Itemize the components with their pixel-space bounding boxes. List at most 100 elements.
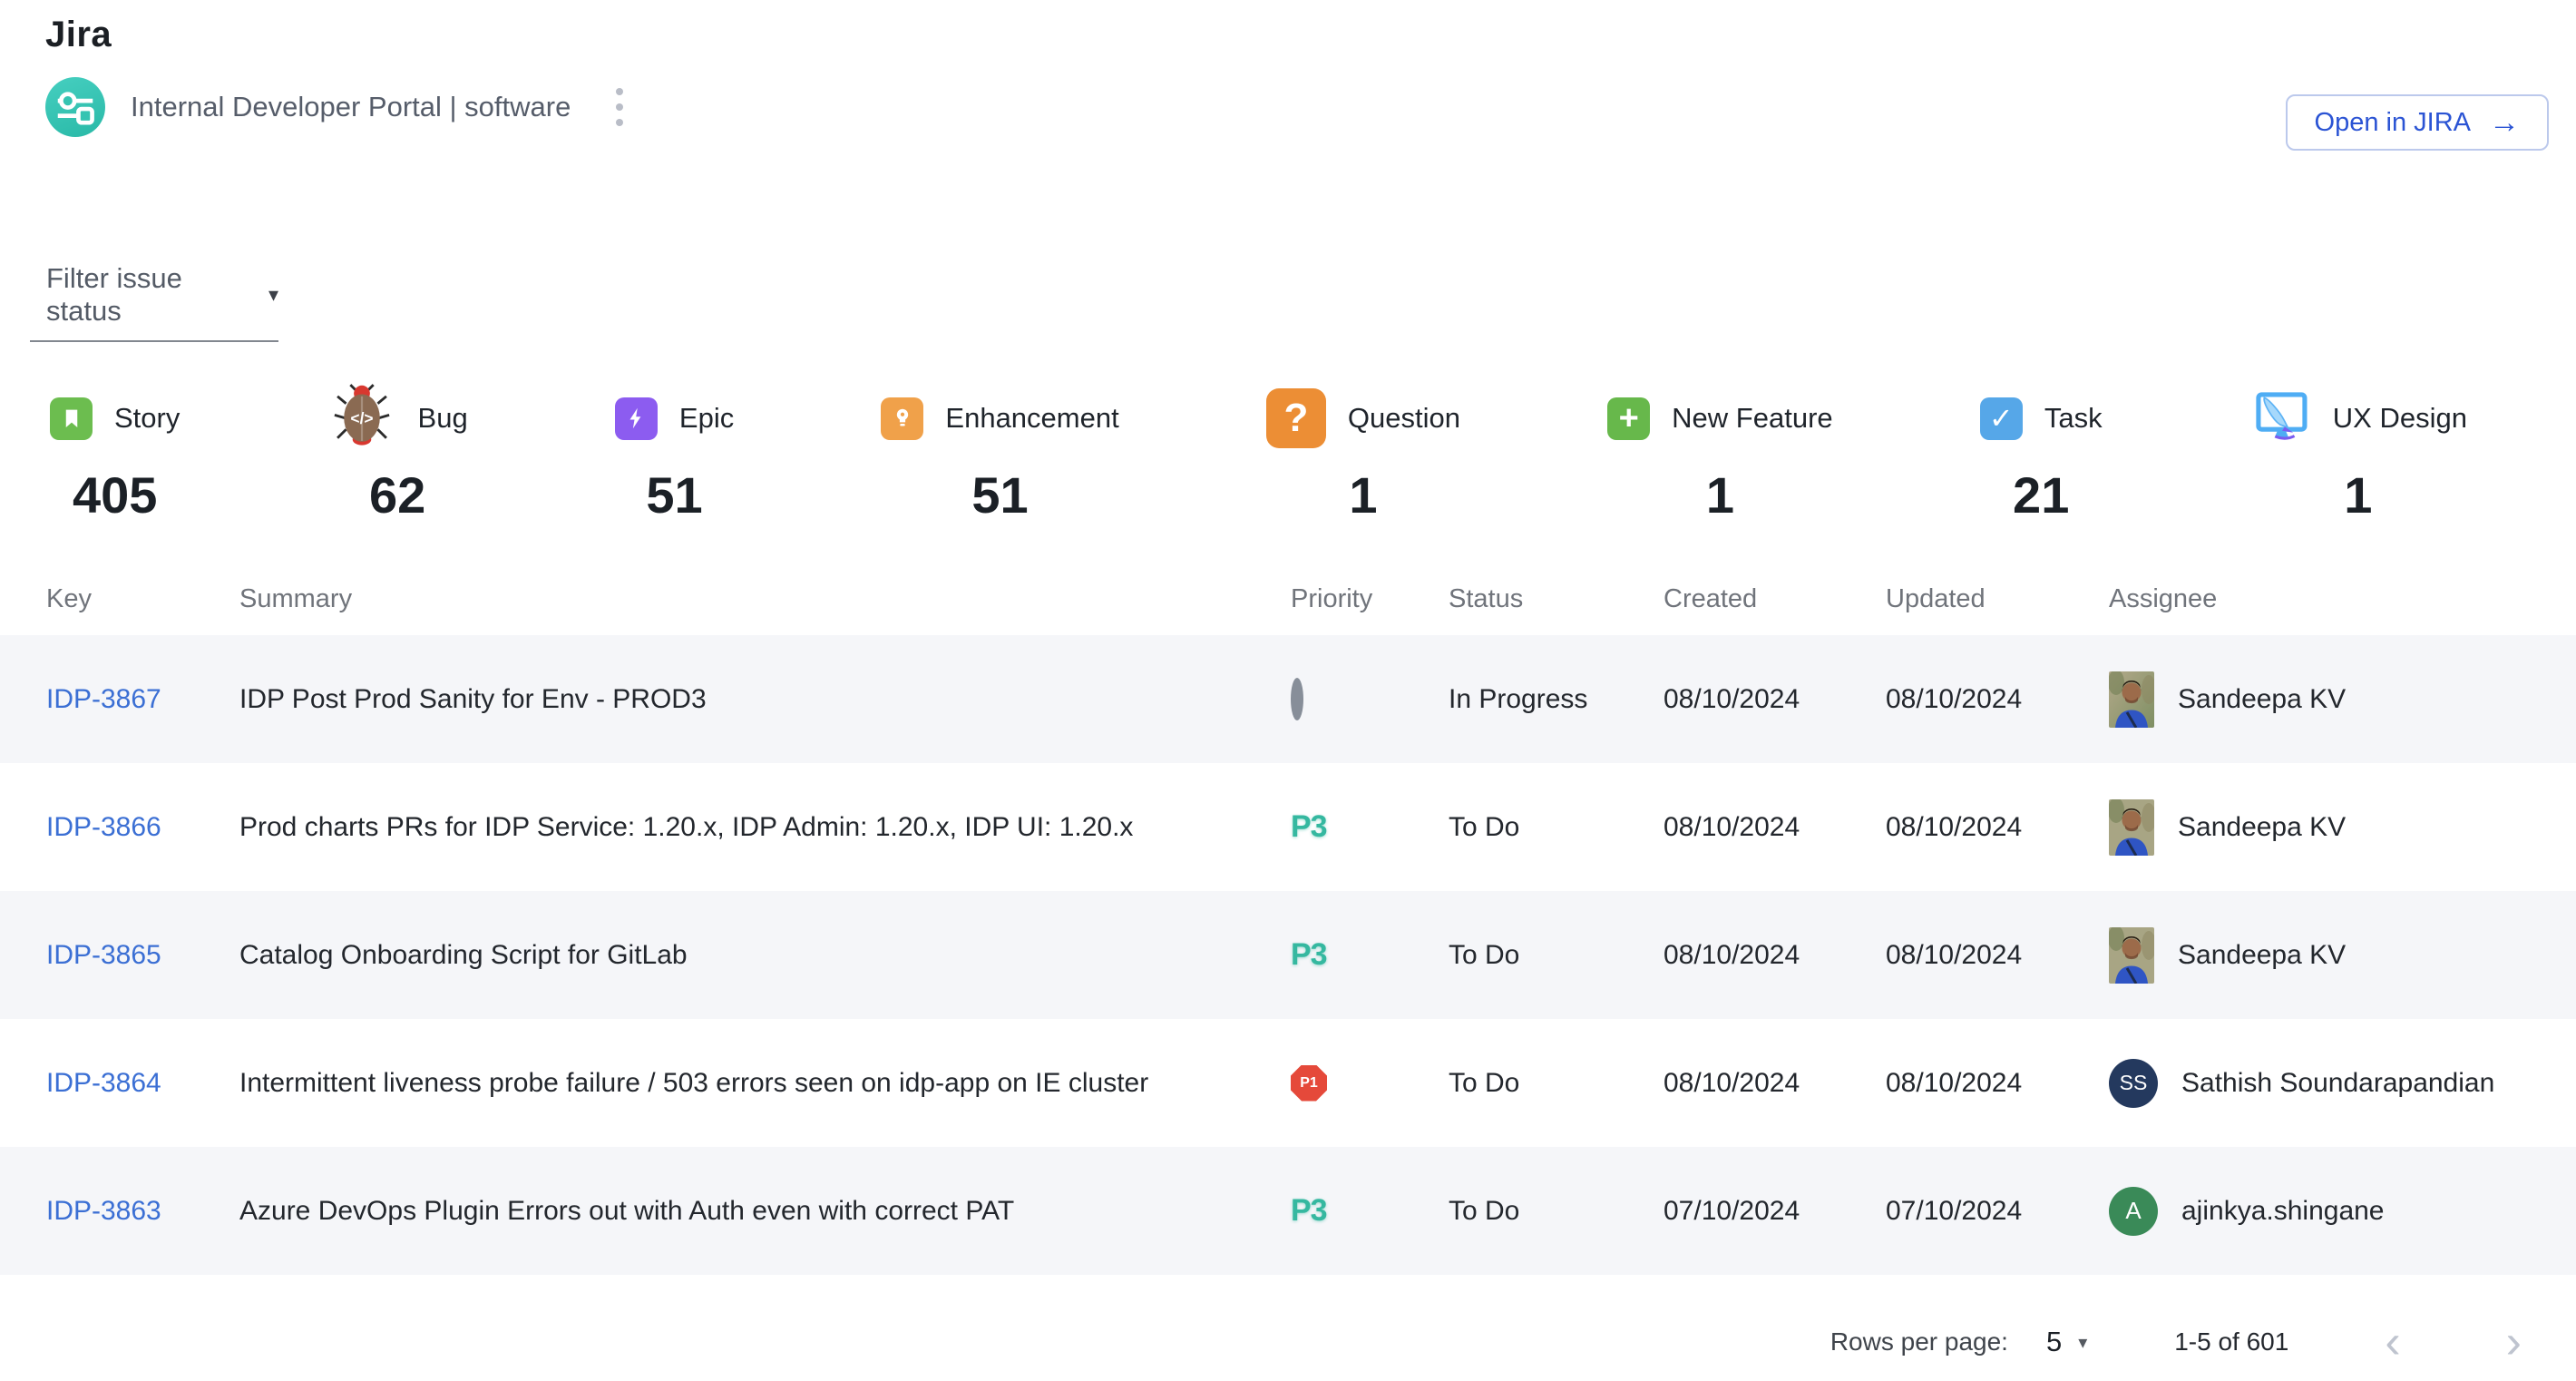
issue-updated: 07/10/2024 [1886,1196,2109,1227]
rows-per-page-value: 5 [2046,1326,2062,1358]
issue-type-enhancement: Enhancement 51 [881,384,1118,524]
issue-type-question: ? Question 1 [1266,384,1460,524]
filter-label: Filter issue status [46,262,265,328]
caret-down-icon: ▾ [2078,1331,2087,1354]
no-priority-ring-icon [1291,678,1303,720]
next-page-button[interactable]: › [2497,1318,2531,1366]
enhancement-icon [881,397,923,440]
issue-key-link[interactable]: IDP-3867 [46,684,161,714]
task-icon: ✓ [1980,397,2023,440]
avatar [2109,799,2154,856]
issue-key-link[interactable]: IDP-3864 [46,1068,161,1098]
assignee-name: Sandeepa KV [2178,812,2346,843]
new-feature-icon: + [1607,397,1650,440]
plus-glyph: + [1619,401,1639,436]
code-glyph: </> [350,408,373,426]
avatar: SS [2109,1059,2158,1108]
issue-type-label: Enhancement [945,402,1118,435]
issue-status: To Do [1449,1068,1664,1099]
open-in-jira-button[interactable]: Open in JIRA → [2286,94,2549,151]
issue-type-ux-design: UX Design 1 [2249,384,2467,524]
pagination: Rows per page: 5 ▾ 1-5 of 601 ‹ › [0,1318,2576,1366]
issue-table: IDP-3867 IDP Post Prod Sanity for Env - … [0,635,2576,1275]
filter-issue-status-select[interactable]: Filter issue status ▾ [30,262,278,342]
bug-icon: </> [327,382,396,455]
issue-type-count: 62 [369,465,425,524]
table-row: IDP-3865 Catalog Onboarding Script for G… [0,891,2576,1019]
page-title: Jira [45,15,2576,55]
table-row: IDP-3863 Azure DevOps Plugin Errors out … [0,1147,2576,1275]
avatar [2109,671,2154,728]
col-created: Created [1664,584,1886,614]
col-priority: Priority [1291,584,1449,614]
assignee-name: Sandeepa KV [2178,684,2346,715]
issue-type-count: 21 [2013,465,2069,524]
issue-type-count: 1 [1349,465,1377,524]
question-glyph: ? [1283,396,1308,441]
issue-created: 08/10/2024 [1664,812,1886,843]
issue-summary: Intermittent liveness probe failure / 50… [239,1068,1291,1099]
entity-name: Internal Developer Portal | software [131,91,571,123]
avatar: A [2109,1187,2158,1236]
story-icon [50,397,93,440]
prev-page-button[interactable]: ‹ [2376,1318,2409,1366]
pagination-range: 1-5 of 601 [2174,1327,2288,1357]
issue-key-link[interactable]: IDP-3866 [46,812,161,842]
entity-logo-icon [45,77,105,137]
issue-updated: 08/10/2024 [1886,1068,2109,1099]
issue-key-link[interactable]: IDP-3865 [46,940,161,970]
issue-updated: 08/10/2024 [1886,940,2109,971]
issue-type-label: New Feature [1672,402,1832,435]
rows-per-page-select[interactable]: 5 ▾ [2046,1326,2087,1358]
issue-type-epic: Epic 51 [615,384,734,524]
table-row: IDP-3867 IDP Post Prod Sanity for Env - … [0,635,2576,763]
issue-type-new-feature: + New Feature 1 [1607,384,1832,524]
issue-type-story: Story 405 [50,384,180,524]
issue-type-label: Story [114,402,180,435]
priority-p3-icon: P3 [1291,1193,1327,1228]
issue-type-label: UX Design [2333,402,2467,435]
open-in-jira-label: Open in JIRA [2315,108,2471,138]
assignee-name: ajinkya.shingane [2181,1196,2385,1227]
kebab-menu-icon[interactable] [607,79,632,135]
issue-summary: Azure DevOps Plugin Errors out with Auth… [239,1196,1291,1227]
issue-type-count: 51 [646,465,702,524]
issue-type-count: 51 [971,465,1028,524]
issue-updated: 08/10/2024 [1886,812,2109,843]
check-glyph: ✓ [1989,401,2014,436]
issue-status: To Do [1449,940,1664,971]
issue-status: To Do [1449,812,1664,843]
epic-icon [615,397,658,440]
jira-plugin-page: Jira Internal Developer Portal | softwar… [0,15,2576,1381]
issue-key-link[interactable]: IDP-3863 [46,1196,161,1226]
avatar [2109,927,2154,984]
issue-summary: Prod charts PRs for IDP Service: 1.20.x,… [239,812,1291,843]
table-row: IDP-3866 Prod charts PRs for IDP Service… [0,763,2576,891]
ux-design-icon [2249,386,2311,452]
issue-type-stats: Story 405 [0,384,2576,524]
priority-p1-icon: P1 [1291,1065,1327,1102]
table-row: IDP-3864 Intermittent liveness probe fai… [0,1019,2576,1147]
caret-down-icon: ▾ [268,283,278,307]
issue-updated: 08/10/2024 [1886,684,2109,715]
issue-created: 08/10/2024 [1664,1068,1886,1099]
issue-created: 08/10/2024 [1664,940,1886,971]
issue-type-label: Question [1348,402,1460,435]
issue-status: To Do [1449,1196,1664,1227]
col-key: Key [46,584,239,614]
issue-summary: Catalog Onboarding Script for GitLab [239,940,1291,971]
col-summary: Summary [239,584,1291,614]
issue-status: In Progress [1449,684,1664,715]
rows-per-page-label: Rows per page: [1830,1327,2008,1357]
assignee-name: Sathish Soundarapandian [2181,1068,2494,1099]
issue-summary: IDP Post Prod Sanity for Env - PROD3 [239,684,1291,715]
issue-type-label: Bug [418,402,468,435]
table-header: Key Summary Priority Status Created Upda… [0,563,2576,635]
col-assignee: Assignee [2109,584,2531,614]
entity-header: Internal Developer Portal | software Ope… [45,77,2576,137]
issue-type-label: Epic [679,402,734,435]
issue-type-label: Task [2044,402,2103,435]
issue-created: 07/10/2024 [1664,1196,1886,1227]
issue-created: 08/10/2024 [1664,684,1886,715]
col-updated: Updated [1886,584,2109,614]
